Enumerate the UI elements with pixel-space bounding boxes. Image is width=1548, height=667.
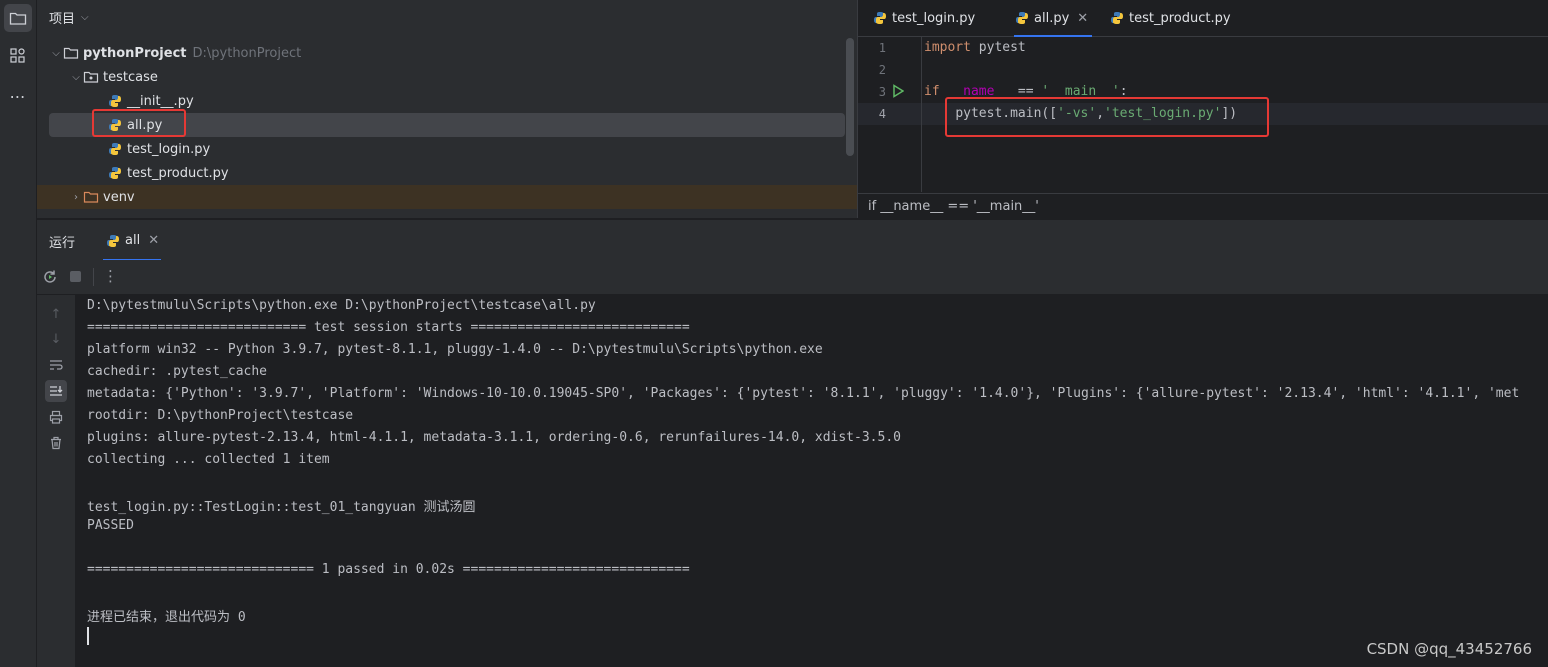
tree-file-test-login[interactable]: test_login.py (49, 137, 845, 161)
scroll-to-end-icon[interactable] (45, 380, 67, 402)
root-project-path: D:\pythonProject (192, 45, 302, 61)
soft-wrap-icon[interactable] (45, 354, 67, 376)
console-line: ============================= 1 passed i… (87, 562, 690, 577)
tab-all[interactable]: all.py ✕ (1014, 0, 1093, 37)
more-tools-button[interactable]: ⋯ (4, 82, 32, 110)
breadcrumb-text: if __name__ == '__main__' (868, 199, 1039, 214)
tree-root[interactable]: ⌵ pythonProject D:\pythonProject (49, 41, 845, 65)
project-panel: 项目 ⌵ ⌵ pythonProject D:\pythonProject ⌵ … (37, 0, 857, 218)
package-folder-icon (83, 69, 99, 85)
chevron-down-icon[interactable]: ⌵ (69, 72, 83, 83)
folder-icon (63, 45, 79, 61)
project-tool-button[interactable] (4, 4, 32, 32)
structure-icon (10, 48, 25, 63)
editor-panel: test_login.py all.py ✕ test_product.py 1… (857, 0, 1548, 218)
line-number: 3 (878, 85, 886, 99)
run-toolbar: ⋮ (37, 260, 1548, 295)
tree-folder-testcase[interactable]: ⌵ testcase (49, 65, 845, 89)
highlight-box (945, 97, 1269, 137)
close-icon[interactable]: ✕ (1077, 11, 1088, 26)
python-file-icon (1109, 10, 1125, 26)
run-console[interactable]: D:\pytestmulu\Scripts\python.exe D:\pyth… (76, 295, 1548, 667)
run-tab-all[interactable]: all ✕ (103, 220, 162, 261)
more-horizontal-icon: ⋯ (9, 86, 27, 106)
python-file-icon (107, 165, 123, 181)
code-line-1[interactable]: import pytest (924, 40, 1026, 55)
folder-icon (83, 189, 99, 205)
print-icon[interactable] (45, 406, 67, 428)
structure-tool-button[interactable] (4, 42, 32, 70)
console-line: plugins: allure-pytest-2.13.4, html-4.1.… (87, 430, 901, 445)
python-file-icon (872, 10, 888, 26)
line-number: 2 (878, 63, 886, 77)
toolbar-divider (93, 268, 94, 286)
root-project-name: pythonProject (83, 45, 187, 61)
editor-tab-bar: test_login.py all.py ✕ test_product.py (858, 0, 1548, 37)
more-vertical-icon[interactable]: ⋮ (103, 267, 118, 285)
line-number: 4 (878, 107, 886, 121)
text-caret (87, 627, 89, 645)
python-file-icon (1014, 10, 1030, 26)
tab-label: test_login.py (892, 10, 976, 26)
tab-label: test_product.py (1129, 10, 1231, 26)
tab-test-product[interactable]: test_product.py (1109, 0, 1231, 36)
run-tab-label: all (125, 233, 141, 248)
console-line: cachedir: .pytest_cache (87, 364, 268, 379)
run-gutter-icon[interactable] (892, 84, 905, 102)
code-text: pytest (970, 40, 1026, 55)
watermark: CSDN @qq_43452766 (1366, 640, 1532, 658)
console-line: test_login.py::TestLogin::test_01_tangyu… (87, 500, 476, 515)
project-panel-title: 项目 (49, 12, 76, 27)
folder-icon (9, 12, 27, 25)
run-panel-header: 运行 all ✕ (37, 219, 1548, 261)
console-line: 进程已结束，退出代码为 0 (87, 610, 246, 625)
run-side-toolbar: ↑ ↓ (37, 295, 76, 667)
chevron-down-icon[interactable]: ⌵ (49, 48, 63, 59)
file-label: test_login.py (127, 141, 211, 157)
project-panel-header[interactable]: 项目 ⌵ (49, 8, 89, 27)
python-file-icon (107, 93, 123, 109)
tool-window-strip: ⋯ (0, 0, 37, 667)
highlight-box (92, 109, 186, 137)
tree-folder-venv[interactable]: › venv (37, 185, 857, 209)
console-line: rootdir: D:\pythonProject\testcase (87, 408, 354, 423)
chevron-right-icon[interactable]: › (69, 192, 83, 203)
run-panel-title: 运行 (49, 236, 76, 251)
python-file-icon (107, 141, 123, 157)
console-line: PASSED (87, 518, 134, 533)
console-line: ============================ test sessio… (87, 320, 690, 335)
editor-gutter: 1 2 3 4 (858, 37, 922, 192)
console-line: metadata: {'Python': '3.9.7', 'Platform'… (87, 386, 1520, 401)
file-label: __init__.py (127, 93, 194, 109)
console-line: collecting ... collected 1 item (87, 452, 330, 467)
code-keyword: import (924, 40, 971, 55)
close-icon[interactable]: ✕ (148, 233, 159, 248)
folder-label: testcase (103, 69, 158, 85)
arrow-down-icon[interactable]: ↓ (45, 328, 67, 350)
project-scrollbar[interactable] (846, 38, 854, 156)
console-line: D:\pytestmulu\Scripts\python.exe D:\pyth… (87, 298, 596, 313)
folder-label: venv (103, 189, 135, 205)
chevron-down-icon: ⌵ (81, 12, 89, 23)
code-keyword: if (924, 84, 940, 99)
tree-file-test-product[interactable]: test_product.py (49, 161, 845, 185)
trash-icon[interactable] (45, 432, 67, 454)
python-file-icon (105, 233, 121, 249)
rerun-icon[interactable] (42, 269, 58, 289)
line-number: 1 (878, 41, 886, 55)
tab-test-login[interactable]: test_login.py (872, 0, 975, 36)
file-label: test_product.py (127, 165, 229, 181)
breadcrumb[interactable]: if __name__ == '__main__' (858, 193, 1548, 219)
arrow-up-icon[interactable]: ↑ (45, 303, 67, 325)
console-line: platform win32 -- Python 3.9.7, pytest-8… (87, 342, 823, 357)
stop-icon[interactable] (70, 271, 81, 282)
tab-label: all.py (1034, 10, 1070, 26)
